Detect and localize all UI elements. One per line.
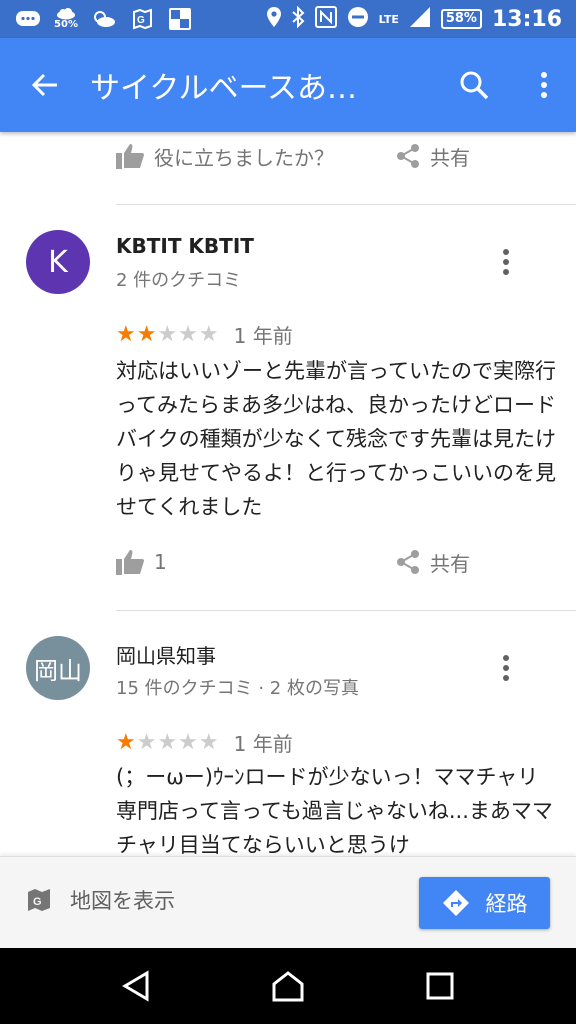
signal-icon (409, 6, 431, 32)
view-map-label: 地図を表示 (70, 889, 175, 913)
message-icon (14, 8, 42, 30)
divider (116, 204, 576, 205)
review-time: 1 年前 (233, 732, 293, 756)
review-rating: ★★★★★ 1 年前 (116, 728, 293, 757)
directions-icon (442, 890, 469, 916)
nav-recents-button[interactable] (410, 956, 470, 1016)
maps-icon: G (128, 8, 156, 30)
back-button[interactable] (0, 38, 90, 132)
bottom-action-bar: G 地図を表示 経路 (0, 856, 576, 948)
like-count: 1 (154, 550, 167, 574)
divider (116, 610, 576, 611)
avatar[interactable]: K (26, 230, 90, 294)
review-text: (；ーωー)ｳｰﾝロードが少ないっ！ママチャリ専門店って言っても過言じゃないね.… (116, 765, 553, 856)
review-rating: ★★★★★ 1 年前 (116, 320, 293, 349)
svg-text:G: G (33, 896, 42, 908)
share-button[interactable]: 共有 (396, 548, 470, 577)
directions-label: 経路 (485, 892, 528, 916)
triangle-back-icon (122, 970, 149, 1002)
reviewer-meta: 15 件のクチコミ · 2 枚の写真 (116, 678, 359, 699)
star-rating: ★★★★★ (116, 730, 220, 755)
more-vert-icon (541, 72, 547, 98)
do-not-disturb-icon (347, 6, 369, 32)
thumb-up-icon (116, 550, 144, 575)
more-vert-icon (503, 249, 509, 275)
nav-home-button[interactable] (258, 956, 318, 1016)
reviewer-name[interactable]: KBTIT KBTIT (116, 234, 254, 258)
network-type: LTE (378, 12, 399, 26)
star-rating: ★★★★★ (116, 322, 220, 347)
search-button[interactable] (436, 38, 512, 132)
directions-button[interactable]: 経路 (419, 877, 550, 929)
system-nav-bar (0, 948, 576, 1024)
reviews-list[interactable]: 役に立ちましたか？ 共有 K KBTIT KBTIT 2 件のクチコミ ★★★★… (0, 132, 576, 856)
weather-percent: 50% (54, 19, 78, 30)
like-button[interactable]: 1 (116, 549, 167, 575)
location-icon (266, 7, 281, 31)
avatar[interactable]: 岡山 (26, 636, 90, 700)
app-bar: サイクルベースあ… (0, 38, 576, 132)
review-more-button[interactable] (486, 648, 526, 688)
clock: 13:16 (491, 6, 562, 32)
more-options-button[interactable] (512, 38, 576, 132)
arrow-back-icon (31, 73, 57, 97)
more-vert-icon (503, 655, 509, 681)
share-icon (397, 144, 419, 168)
home-icon (272, 971, 304, 1002)
share-button[interactable]: 共有 (396, 142, 470, 171)
share-label: 共有 (430, 551, 470, 576)
status-bar: 50% G LTE 58% 13:16 (0, 0, 576, 38)
nfc-icon (314, 6, 337, 32)
reviewer-meta: 2 件のクチコミ (116, 270, 242, 291)
review-more-button[interactable] (486, 242, 526, 282)
helpful-button[interactable]: 役に立ちましたか？ (116, 142, 334, 171)
weather-rain-icon: 50% (52, 8, 80, 30)
prev-review-actions: 役に立ちましたか？ 共有 (116, 136, 546, 176)
review-actions: 1 共有 (116, 542, 546, 582)
square-recents-icon (426, 972, 454, 1000)
battery-indicator: 58% (440, 9, 482, 29)
app-notification-icon (166, 8, 194, 30)
reviewer-name[interactable]: 岡山県知事 (116, 640, 216, 669)
review-text: 対応はいいゾーと先輩が言っていたので実際行ってみたらまあ多少はね、良かったけどロ… (116, 359, 556, 519)
thumb-up-icon (116, 144, 144, 169)
bluetooth-icon (291, 5, 305, 32)
helpful-label: 役に立ちましたか？ (154, 145, 334, 170)
search-icon (460, 71, 489, 100)
share-icon (397, 550, 419, 574)
weather-partly-cloudy-icon (90, 8, 118, 30)
nav-back-button[interactable] (106, 956, 166, 1016)
view-map-button[interactable]: G 地図を表示 (26, 885, 175, 915)
map-icon: G (28, 889, 50, 911)
review-time: 1 年前 (233, 324, 293, 348)
page-title: サイクルベースあ… (90, 71, 357, 106)
svg-text:G: G (137, 15, 145, 26)
share-label: 共有 (430, 145, 470, 170)
